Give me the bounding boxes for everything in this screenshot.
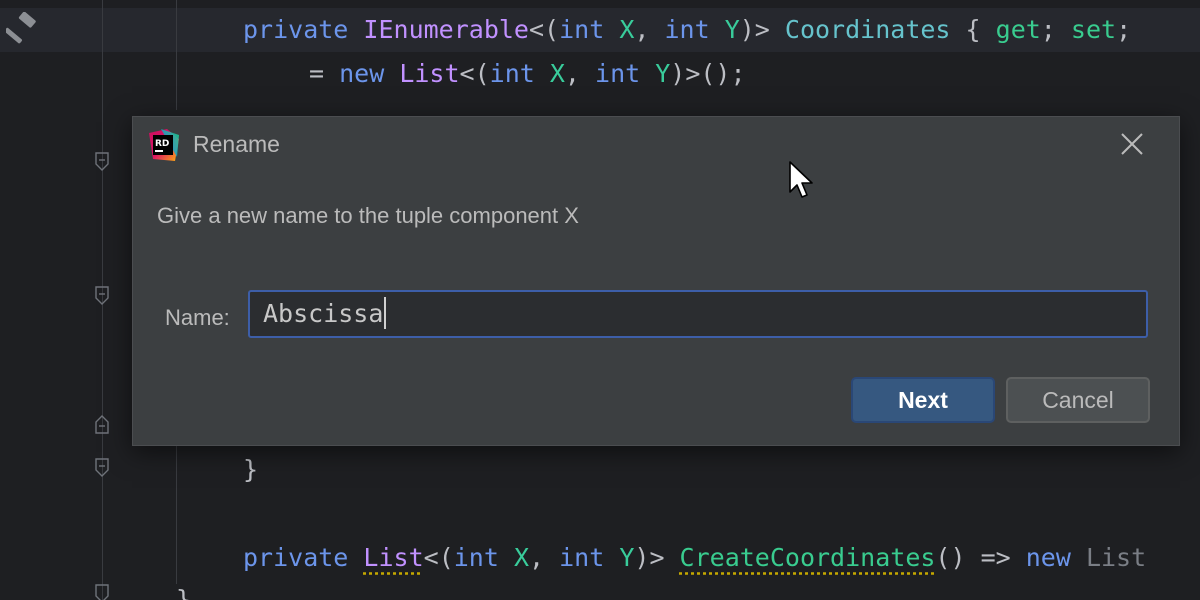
- name-input[interactable]: Abscissa: [248, 290, 1148, 338]
- rider-logo-icon: RD: [149, 129, 179, 161]
- indent-guide: [176, 0, 177, 110]
- punctuation: <(: [423, 543, 454, 572]
- keyword: int: [664, 15, 710, 44]
- tuple-element: Y: [604, 543, 635, 572]
- tuple-element: Y: [640, 59, 671, 88]
- punctuation: ;: [1040, 15, 1071, 44]
- fold-marker-icon[interactable]: [94, 152, 110, 172]
- punctuation: )>: [739, 15, 785, 44]
- accessor: set: [1070, 15, 1117, 44]
- punctuation: {: [950, 15, 996, 44]
- code-line: }: [243, 448, 258, 492]
- tuple-element: X: [534, 59, 565, 88]
- type-name: List: [363, 543, 424, 572]
- type-name: List: [384, 59, 460, 88]
- punctuation: )>();: [670, 59, 746, 88]
- punctuation: <(: [459, 59, 490, 88]
- closing-brace: }: [243, 455, 259, 484]
- type-name: IEnumerable: [363, 15, 529, 44]
- punctuation: ,: [634, 15, 665, 44]
- code-line: }: [176, 578, 191, 600]
- cancel-button[interactable]: Cancel: [1006, 377, 1150, 423]
- tuple-element: X: [604, 15, 635, 44]
- keyword: private: [243, 15, 349, 44]
- fold-marker-icon[interactable]: [94, 286, 110, 306]
- type-name: List: [1070, 543, 1147, 572]
- accessor: get: [995, 15, 1041, 44]
- fold-marker-icon[interactable]: [94, 584, 110, 600]
- logo-text: RD: [155, 139, 169, 149]
- fold-marker-icon[interactable]: [94, 414, 110, 434]
- closing-brace: }: [176, 585, 192, 600]
- tuple-element: Y: [709, 15, 740, 44]
- keyword: int: [595, 59, 641, 88]
- keyword: int: [559, 15, 605, 44]
- mouse-cursor-icon: [789, 161, 813, 198]
- fold-marker-icon[interactable]: [94, 458, 110, 478]
- rename-dialog: RD Rename Give a new name to the tuple c…: [132, 116, 1180, 446]
- name-input-value: Abscissa: [263, 299, 384, 328]
- indent-guide: [176, 444, 177, 584]
- keyword: int: [559, 543, 605, 572]
- code-line: private List<(int X, int Y)> CreateCoord…: [243, 536, 1146, 580]
- punctuation: =: [309, 59, 340, 88]
- punctuation: ;: [1116, 15, 1132, 44]
- punctuation: )>: [634, 543, 680, 572]
- next-button[interactable]: Next: [851, 377, 995, 423]
- name-label: Name:: [165, 305, 230, 330]
- text-caret: [384, 297, 387, 329]
- dialog-title: Rename: [193, 131, 280, 157]
- method-name: CreateCoordinates: [679, 543, 936, 572]
- punctuation: ,: [564, 59, 596, 88]
- code-line: private IEnumerable<(int X, int Y)> Coor…: [243, 8, 1131, 52]
- hammer-icon[interactable]: [6, 12, 40, 46]
- keyword: new: [339, 59, 385, 88]
- keyword: int: [489, 59, 535, 88]
- property-name: Coordinates: [784, 15, 951, 44]
- keyword: private: [243, 543, 349, 572]
- punctuation: () =>: [935, 543, 1026, 572]
- punctuation: ,: [529, 543, 560, 572]
- punctuation: <(: [529, 15, 560, 44]
- dialog-message: Give a new name to the tuple component X: [157, 203, 579, 228]
- close-icon[interactable]: [1117, 129, 1147, 159]
- code-editor[interactable]: private IEnumerable<(int X, int Y)> Coor…: [0, 0, 1200, 600]
- code-line: = new List<(int X, int Y)>();: [309, 52, 746, 96]
- keyword: new: [1025, 543, 1071, 572]
- tuple-element: X: [498, 543, 530, 572]
- keyword: int: [453, 543, 499, 572]
